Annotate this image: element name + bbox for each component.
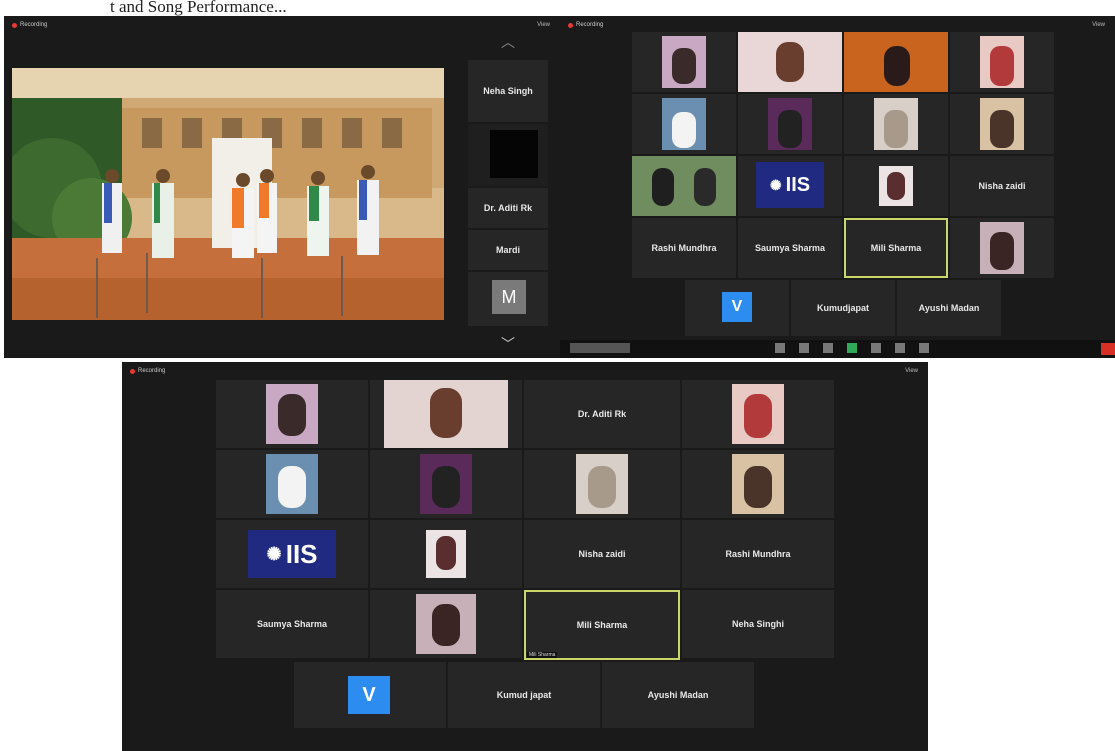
avatar: V [722,292,752,322]
participant-tile[interactable]: Ayushi Madan [897,280,1001,336]
participant-tile-avatar[interactable]: M [468,272,548,326]
participant-video [732,454,784,514]
dark-video [490,130,538,178]
participant-video [980,221,1024,275]
participant-tile[interactable]: Neha Singhi [682,590,834,658]
participant-tile[interactable]: Dr. Aditi Rk [524,380,680,448]
participant-tile[interactable]: Rashi Mundhra [632,218,736,278]
meeting-toolbar [560,340,1115,358]
participant-tile[interactable] [950,218,1054,278]
avatar: M [492,280,526,314]
recording-indicator: Recording [12,22,47,28]
record-dot-icon [568,22,573,28]
participant-tile[interactable]: Saumya Sharma [738,218,842,278]
main-video [12,68,444,320]
participant-video [576,454,628,514]
participant-tile[interactable]: Ayushi Madan [602,662,754,728]
participant-video [980,97,1024,151]
participant-video [662,35,706,89]
end-button[interactable] [1101,343,1115,355]
participant-video [384,380,508,448]
zoom-window-gallery-view-large: Recording View Dr. Aditi Rk ✺ IIS Nisha z… [122,362,928,751]
iis-logo: ✺ IIS [756,162,824,208]
participant-video [632,156,736,216]
participant-tile[interactable] [216,450,368,518]
toolbar-actions [775,343,929,353]
participant-tile[interactable] [370,450,522,518]
participant-tile[interactable]: Dr. Aditi Rk [468,188,548,228]
participant-video [426,529,466,579]
apps-icon[interactable] [919,343,929,353]
view-menu[interactable]: View [537,22,550,28]
participant-tile[interactable] [844,94,948,154]
participant-tile[interactable]: Saumya Sharma [216,590,368,658]
record-dot-icon [12,22,17,28]
participant-tile[interactable] [950,32,1054,92]
participant-tile[interactable]: Neha Singh [468,60,548,122]
participant-video [879,165,913,207]
scroll-up-button[interactable]: ︿ [468,32,548,52]
view-menu[interactable]: View [1092,22,1105,28]
record-dot-icon [130,368,135,374]
participant-tile[interactable]: Nisha zaidi [950,156,1054,216]
participant-tile-active-speaker[interactable]: Mili Sharma [844,218,948,278]
participant-video [662,97,706,151]
recording-indicator: Recording [568,22,603,28]
scroll-down-button[interactable]: ﹀ [468,334,548,354]
participant-tile[interactable] [738,32,842,92]
participant-tile[interactable] [370,590,522,658]
participant-tile[interactable] [844,32,948,92]
participant-tile[interactable] [632,32,736,92]
record-icon[interactable] [871,343,881,353]
participant-tile[interactable] [632,156,736,216]
participant-tile[interactable] [682,450,834,518]
participant-video [874,97,918,151]
participant-video [844,32,948,92]
participant-tile[interactable] [524,450,680,518]
participant-tile[interactable]: V [685,280,789,336]
chat-icon[interactable] [823,343,833,353]
participant-video [738,32,842,92]
participant-video [266,454,318,514]
reactions-icon[interactable] [895,343,905,353]
participant-tile[interactable]: ✺ IIS [738,156,842,216]
performance-video-image [12,68,444,320]
participant-tile[interactable]: Rashi Mundhra [682,520,834,588]
participant-tile[interactable] [682,380,834,448]
participant-video [420,454,472,514]
view-menu[interactable]: View [905,368,918,374]
emblem-icon: ✺ [266,543,282,564]
share-screen-icon[interactable] [847,343,857,353]
participant-video [416,594,476,654]
participant-video [980,35,1024,89]
active-speaker-label: Mili Sharma [527,652,558,658]
iis-logo: ✺ IIS [248,530,336,578]
avatar: V [348,676,390,714]
participant-tile-active-speaker[interactable]: Mili Sharma Mili Sharma [524,590,680,660]
participant-tile[interactable]: Kumudjapat [791,280,895,336]
zoom-window-speaker-view: Recording View ︿ Neha Singh Dr. Aditi Rk… [4,16,560,358]
participants-icon[interactable] [799,343,809,353]
participant-tile[interactable]: ✺ IIS [216,520,368,588]
recording-indicator: Recording [130,368,165,374]
participant-tile-dark-video[interactable] [468,124,548,186]
mute-button[interactable] [570,343,630,353]
participant-video [768,97,812,151]
emblem-icon: ✺ [769,176,782,193]
participant-tile[interactable]: Kumud japat [448,662,600,728]
participant-tile[interactable] [370,520,522,588]
participant-tile[interactable] [844,156,948,216]
participant-tile[interactable] [738,94,842,154]
participant-tile[interactable] [632,94,736,154]
participant-tile[interactable]: Nisha zaidi [524,520,680,588]
participant-tile[interactable] [370,380,522,448]
participant-tile[interactable] [216,380,368,448]
security-icon[interactable] [775,343,785,353]
participant-tile[interactable]: V [294,662,446,728]
participant-video [266,384,318,444]
zoom-window-gallery-view: Recording View ✺ IIS Nisha zaidi Rashi Mu… [560,16,1115,358]
participant-video [732,384,784,444]
participant-tile[interactable]: Mardi [468,230,548,270]
participant-tile[interactable] [950,94,1054,154]
